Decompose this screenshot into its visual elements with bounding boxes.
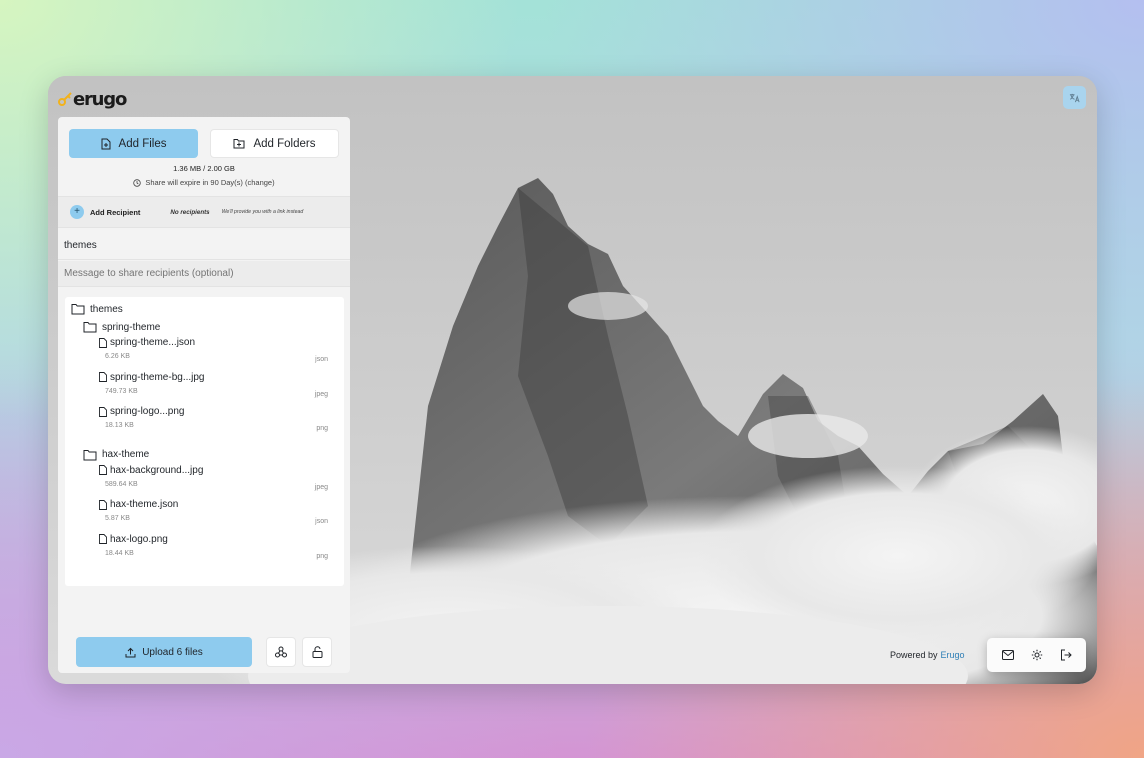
file-name: spring-theme-bg...jpg [110,371,205,383]
file-name: spring-logo...png [110,406,185,418]
folder-hax-theme: hax-theme [83,449,328,461]
gear-icon [1031,649,1042,661]
folder-group: spring-theme spring-theme...json 6.26 KB… [71,321,328,567]
brand-name: erugo [73,88,127,110]
file-name: spring-theme...json [110,337,196,348]
share-options-button[interactable] [266,637,296,667]
translate-button[interactable] [1063,86,1086,109]
add-folders-button[interactable]: Add Folders [210,129,339,158]
root-folder: themes [71,303,328,315]
powered-by: Powered by Erugo [890,650,965,660]
brand-logo: erugo [58,88,127,110]
file-icon [99,337,107,348]
file-size: 749.73 KB [105,387,138,395]
folder-plus-icon [233,139,245,149]
file-type: jpeg [314,390,328,398]
file-item[interactable]: hax-theme.json 5.87 KB json [83,497,328,532]
logout-button[interactable] [1055,644,1077,666]
mail-icon [1001,650,1014,660]
file-type: png [316,552,328,560]
share-name-input[interactable] [58,231,350,260]
add-buttons-row: Add Files Add Folders [69,129,339,158]
add-recipient-button[interactable]: + [70,205,84,219]
folder-icon [83,322,97,333]
add-recipient-label[interactable]: Add Recipient [90,208,140,217]
folder-spring-theme: spring-theme [83,321,328,333]
file-icon [99,372,107,383]
folder-icon [83,449,97,461]
action-bar [987,638,1086,672]
recipients-note: We'll provide you with a link instead [221,209,304,215]
app-window: erugo Add Files Add Folders 1.36 MB / 2.… [48,76,1097,684]
file-size: 5.87 KB [105,515,130,523]
plus-icon: + [74,206,80,217]
file-size: 589.64 KB [105,480,138,488]
file-type: jpeg [314,483,328,491]
folder-name: hax-theme [102,449,150,461]
file-tree: themes spring-theme spring-theme...json … [65,297,344,586]
password-toggle-button[interactable] [302,637,332,667]
share-network-icon [275,646,287,658]
file-icon [99,499,107,510]
message-input[interactable] [58,261,350,287]
erugo-link[interactable]: Erugo [941,650,965,660]
upload-label: Upload 6 files [142,646,203,658]
root-folder-name: themes [90,303,123,315]
file-item[interactable]: hax-logo.png 18.44 KB png [83,532,328,567]
add-files-button[interactable]: Add Files [69,129,198,158]
settings-button[interactable] [1026,644,1048,666]
file-item[interactable]: spring-theme...json 6.26 KB json [83,335,328,370]
mail-button[interactable] [997,644,1019,666]
storage-usage: 1.36 MB / 2.00 GB [173,164,235,173]
file-name: hax-logo.png [110,533,168,545]
file-icon [99,465,107,476]
folder-name: spring-theme [102,321,161,333]
no-recipients-label: No recipients [170,208,210,216]
key-logo-icon [58,92,72,106]
folder-icon [71,304,85,315]
file-item[interactable]: spring-logo...png 18.13 KB png [83,404,328,439]
recipients-row: + Add Recipient No recipients We'll prov… [58,196,350,228]
add-files-label: Add Files [118,137,167,150]
unlock-icon [312,646,322,658]
file-name: hax-background...jpg [110,464,204,476]
expiry-text: Share will expire in 90 Day(s) (change) [145,178,275,187]
file-plus-icon [101,138,111,149]
powered-by-text: Powered by [890,650,938,660]
add-folders-label: Add Folders [253,137,316,150]
logout-icon [1060,649,1072,661]
file-item[interactable]: hax-background...jpg 589.64 KB jpeg [83,463,328,498]
upload-icon [125,647,136,657]
file-icon [99,534,107,545]
clock-icon [133,178,142,187]
file-item[interactable]: spring-theme-bg...jpg 749.73 KB jpeg [83,370,328,405]
upload-button[interactable]: Upload 6 files [76,637,252,667]
file-type: json [315,518,328,526]
file-size: 6.26 KB [105,353,130,360]
file-name: hax-theme.json [110,499,179,511]
file-type: png [316,425,328,433]
file-size: 18.13 KB [105,422,134,430]
translate-icon [1069,93,1080,103]
upload-panel: Add Files Add Folders 1.36 MB / 2.00 GB … [58,117,350,673]
file-size: 18.44 KB [105,549,134,557]
expiry-info[interactable]: Share will expire in 90 Day(s) (change) [58,178,350,187]
file-type: json [315,356,328,363]
file-icon [99,406,107,417]
